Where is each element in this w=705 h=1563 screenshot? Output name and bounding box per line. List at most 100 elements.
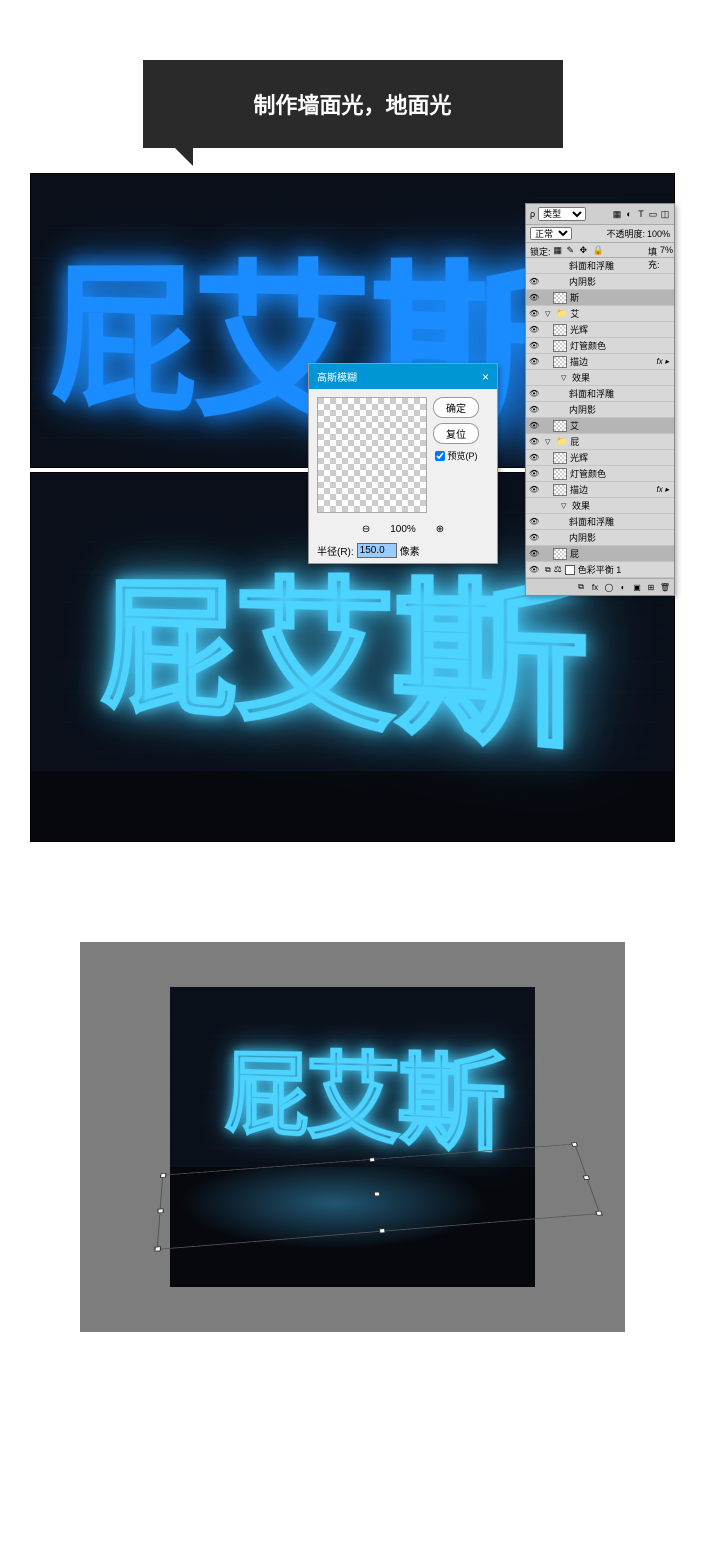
layer-row[interactable]: 👁屁 xyxy=(526,546,674,562)
visibility-eye-icon[interactable]: 👁 xyxy=(529,357,539,366)
blur-preview[interactable] xyxy=(317,397,427,513)
reset-button[interactable]: 复位 xyxy=(433,423,479,444)
lock-all-icon[interactable]: 🔒 xyxy=(593,245,603,255)
transform-handle[interactable] xyxy=(583,1175,590,1180)
layer-row[interactable]: 👁斜面和浮雕 xyxy=(526,386,674,402)
visibility-eye-icon[interactable]: 👁 xyxy=(529,277,539,286)
transform-handle[interactable] xyxy=(379,1228,386,1233)
layer-row[interactable]: 👁⧉⚖色彩平衡 1 xyxy=(526,562,674,578)
layer-thumbnail[interactable] xyxy=(553,548,567,560)
visibility-eye-icon[interactable]: 👁 xyxy=(529,389,539,398)
transform-canvas[interactable]: 屁艾斯 xyxy=(170,987,535,1287)
transform-handle[interactable] xyxy=(154,1246,161,1251)
layer-thumbnail[interactable] xyxy=(553,452,567,464)
visibility-eye-icon[interactable]: 👁 xyxy=(529,421,539,430)
layer-row[interactable]: 👁内阴影 xyxy=(526,402,674,418)
filter-pixel-icon[interactable]: ▦ xyxy=(612,209,622,219)
lock-position-icon[interactable]: ✥ xyxy=(580,245,590,255)
layer-row[interactable]: ▽效果 xyxy=(526,498,674,514)
disclosure-arrow-icon[interactable]: ▽ xyxy=(545,310,553,318)
layer-fx-icon[interactable]: fx xyxy=(590,582,600,592)
radius-input[interactable] xyxy=(357,543,397,558)
lock-transparent-icon[interactable]: ▦ xyxy=(554,245,564,255)
visibility-eye-icon[interactable]: 👁 xyxy=(529,453,539,462)
layer-row[interactable]: 👁▽📁屁 xyxy=(526,434,674,450)
visibility-eye-icon[interactable]: 👁 xyxy=(529,549,539,558)
blend-mode-select[interactable]: 正常 xyxy=(530,227,572,240)
disclosure-arrow-icon[interactable]: ▽ xyxy=(561,374,569,382)
new-fill-adjust-icon[interactable]: ◐ xyxy=(618,582,628,592)
layer-row[interactable]: 👁斯 xyxy=(526,290,674,306)
filter-adjust-icon[interactable]: ◐ xyxy=(624,209,634,219)
lock-pixels-icon[interactable]: ✎ xyxy=(567,245,577,255)
preview-check-label: 预览(P) xyxy=(448,449,478,462)
visibility-eye-icon[interactable]: 👁 xyxy=(529,533,539,542)
layer-thumbnail[interactable] xyxy=(553,324,567,336)
transform-handle[interactable] xyxy=(369,1157,375,1162)
transform-center-icon[interactable] xyxy=(374,1192,381,1197)
layer-thumbnail[interactable] xyxy=(553,340,567,352)
ok-button[interactable]: 确定 xyxy=(433,397,479,418)
new-group-icon[interactable]: ▣ xyxy=(632,582,642,592)
visibility-eye-icon[interactable]: 👁 xyxy=(529,309,539,318)
zoom-out-icon[interactable]: ⊖ xyxy=(362,524,370,535)
disclosure-arrow-icon[interactable]: ▽ xyxy=(545,438,553,446)
zoom-in-icon[interactable]: ⊕ xyxy=(436,524,444,535)
layer-row[interactable]: 👁光辉 xyxy=(526,322,674,338)
link-layers-icon[interactable]: ⧉ xyxy=(576,582,586,592)
layer-thumbnail[interactable] xyxy=(553,420,567,432)
disclosure-arrow-icon[interactable]: ▽ xyxy=(561,502,569,510)
layer-thumbnail[interactable] xyxy=(553,292,567,304)
fx-badge[interactable]: fx ▸ xyxy=(657,485,671,494)
layer-thumbnail[interactable] xyxy=(553,468,567,480)
dialog-titlebar[interactable]: 高斯模糊 × xyxy=(309,364,497,389)
filter-kind-icon[interactable]: ρ xyxy=(530,209,535,219)
filter-kind-select[interactable]: 类型 xyxy=(538,207,586,221)
preview-check-input[interactable] xyxy=(435,451,445,461)
layer-row[interactable]: 👁灯管颜色 xyxy=(526,338,674,354)
new-layer-icon[interactable]: ⊞ xyxy=(646,582,656,592)
layer-thumbnail[interactable] xyxy=(553,484,567,496)
visibility-eye-icon[interactable]: 👁 xyxy=(529,341,539,350)
layer-row[interactable]: 👁内阴影 xyxy=(526,530,674,546)
transform-handle[interactable] xyxy=(160,1173,166,1178)
delete-layer-icon[interactable]: 🗑 xyxy=(660,582,670,592)
filter-shape-icon[interactable]: ▭ xyxy=(648,209,658,219)
visibility-eye-icon[interactable]: 👁 xyxy=(529,485,539,494)
layers-list[interactable]: 斜面和浮雕👁内阴影👁斯👁▽📁艾👁光辉👁灯管颜色👁描边fx ▸▽效果👁斜面和浮雕👁… xyxy=(526,258,674,578)
gaussian-blur-dialog: 高斯模糊 × 确定 复位 预览(P) ⊖ 100% ⊕ 半径(R): 像素 xyxy=(308,363,498,564)
visibility-eye-icon[interactable]: 👁 xyxy=(529,405,539,414)
layer-label: 屁 xyxy=(570,435,579,448)
transform-handle[interactable] xyxy=(157,1208,164,1213)
layer-row[interactable]: ▽效果 xyxy=(526,370,674,386)
opacity-value[interactable]: 100% xyxy=(647,229,670,239)
preview-checkbox[interactable]: 预览(P) xyxy=(435,449,478,462)
visibility-eye-icon[interactable]: 👁 xyxy=(529,437,539,446)
layer-row[interactable]: 👁▽📁艾 xyxy=(526,306,674,322)
visibility-eye-icon[interactable]: 👁 xyxy=(529,565,539,574)
layer-row[interactable]: 👁描边fx ▸ xyxy=(526,482,674,498)
visibility-eye-icon[interactable]: 👁 xyxy=(529,517,539,526)
close-icon[interactable]: × xyxy=(482,370,489,384)
layers-lock-row: 锁定: ▦ ✎ ✥ 🔒 填充: 7% xyxy=(526,243,674,258)
layer-row[interactable]: 👁描边fx ▸ xyxy=(526,354,674,370)
layer-row[interactable]: 👁灯管颜色 xyxy=(526,466,674,482)
layer-thumbnail[interactable] xyxy=(553,356,567,368)
filter-smart-icon[interactable]: ◫ xyxy=(660,209,670,219)
mask-thumbnail[interactable] xyxy=(565,565,575,575)
layer-row[interactable]: 👁光辉 xyxy=(526,450,674,466)
transform-handle[interactable] xyxy=(595,1211,603,1216)
layer-mask-icon[interactable]: ◯ xyxy=(604,582,614,592)
transform-handle[interactable] xyxy=(571,1142,578,1146)
fill-value[interactable]: 7% xyxy=(660,245,670,255)
visibility-eye-icon[interactable]: 👁 xyxy=(529,469,539,478)
filter-type-icon[interactable]: T xyxy=(636,209,646,219)
visibility-eye-icon[interactable]: 👁 xyxy=(529,293,539,302)
layer-row[interactable]: 👁艾 xyxy=(526,418,674,434)
layer-row[interactable]: 👁内阴影 xyxy=(526,274,674,290)
radius-unit: 像素 xyxy=(400,543,420,558)
layer-row[interactable]: 👁斜面和浮雕 xyxy=(526,514,674,530)
visibility-eye-icon[interactable]: 👁 xyxy=(529,325,539,334)
dialog-title: 高斯模糊 xyxy=(317,369,357,384)
fx-badge[interactable]: fx ▸ xyxy=(657,357,671,366)
